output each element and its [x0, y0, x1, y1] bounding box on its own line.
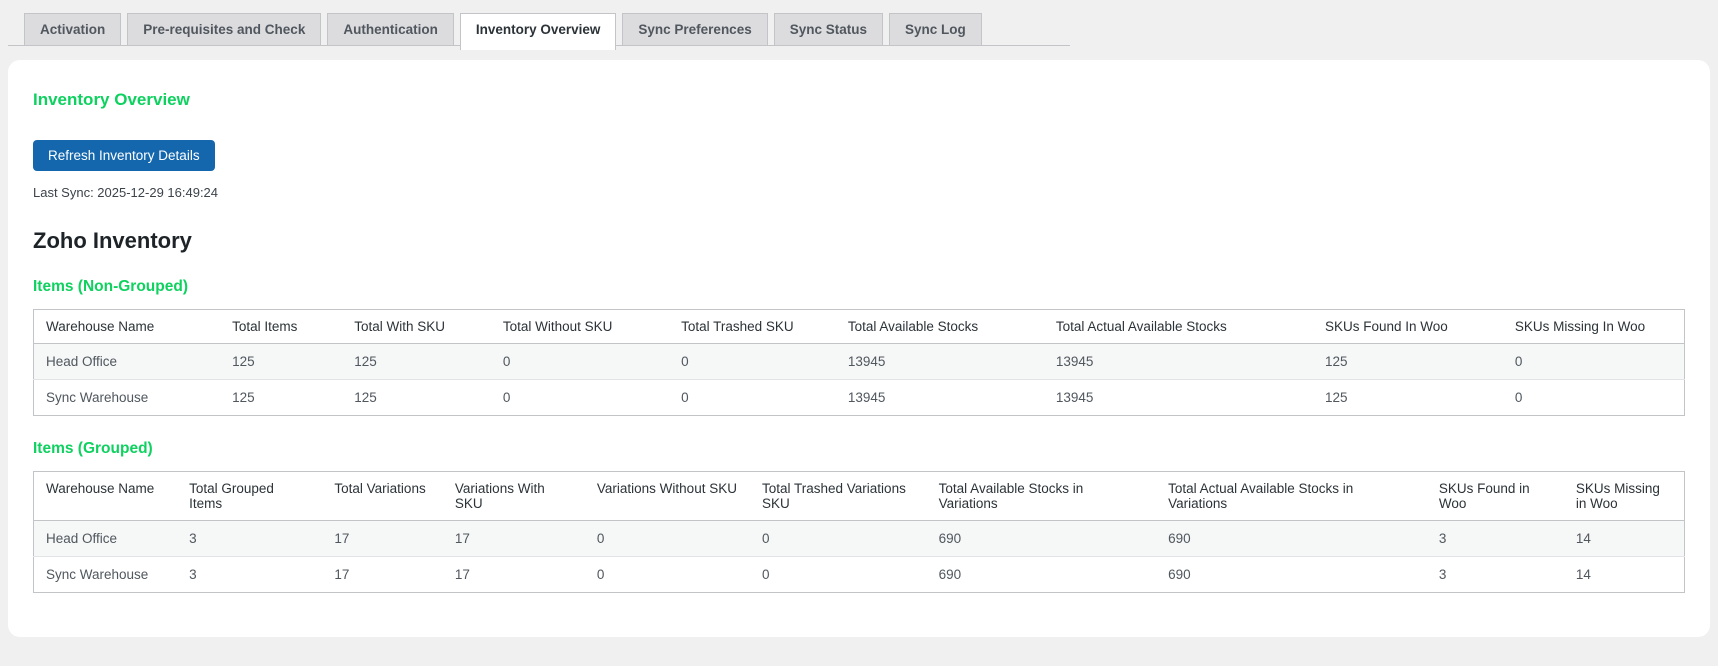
table-cell: 0: [584, 556, 750, 593]
table-row: Head Office 3 17 17 0 0 690 690 3 14: [33, 520, 1685, 557]
table-row: Sync Warehouse 125 125 0 0 13945 13945 125 0: [33, 379, 1685, 416]
table-cell: Sync Warehouse: [33, 379, 221, 416]
tab-sync-log[interactable]: Sync Log: [889, 13, 982, 45]
column-header: Warehouse Name: [33, 471, 178, 521]
table-cell: Head Office: [46, 354, 118, 369]
table-cell: 125: [354, 354, 377, 369]
table-cell: 17: [454, 531, 470, 546]
table-cell: 0: [762, 531, 770, 546]
tab-inventory-overview[interactable]: Inventory Overview: [459, 13, 617, 50]
column-header: Total Items: [220, 309, 343, 344]
tab-sync-preferences[interactable]: Sync Preferences: [622, 13, 768, 45]
table-cell: Head Office: [46, 531, 118, 546]
refresh-inventory-button[interactable]: Refresh Inventory Details: [33, 140, 215, 171]
column-header: Warehouse Name: [33, 309, 221, 344]
table-cell: 690: [938, 531, 962, 546]
table-cell: 125: [1312, 379, 1503, 416]
table-cell: 3: [1438, 531, 1447, 546]
column-header: Total Actual Available Stocks: [1043, 309, 1313, 344]
table-cell: 3: [189, 531, 197, 546]
table-cell: Sync Warehouse: [33, 556, 178, 593]
page-title: Inventory Overview: [33, 90, 190, 109]
column-header: SKUs Missing in Woo: [1563, 471, 1685, 521]
table-cell: 690: [1168, 531, 1191, 546]
table-header-row: Warehouse Name Total Items Total With SKU T…: [33, 309, 1685, 344]
column-header: Total Available Stocks in Variations: [926, 471, 1157, 521]
table-cell: 17: [442, 556, 585, 593]
table-cell: 0: [1514, 354, 1523, 369]
table-cell: 690: [1156, 556, 1427, 593]
column-header: Total With SKU: [342, 309, 491, 344]
tab-authentication[interactable]: Authentication: [327, 13, 454, 45]
table-cell: 13945: [835, 379, 1044, 416]
items-non-grouped-heading: Items (Non-Grouped): [33, 278, 188, 295]
table-cell: 125: [342, 379, 491, 416]
table-cell: 690: [926, 556, 1157, 593]
table-cell: 0: [596, 531, 605, 546]
column-header: SKUs Found in Woo: [1426, 471, 1564, 521]
table-cell: 14: [1575, 531, 1591, 546]
table-cell: 14: [1563, 556, 1685, 593]
inventory-overview-panel: Inventory Overview Refresh Inventory Det…: [8, 60, 1710, 637]
table-cell: 13945: [1055, 354, 1094, 369]
column-header: Total Grouped Items: [177, 471, 323, 521]
column-header: SKUs Found In Woo: [1312, 309, 1503, 344]
table-non-grouped: Warehouse Name Total Items Total With SKU T…: [33, 309, 1685, 416]
table-cell: 13945: [847, 354, 886, 369]
table-cell: 3: [177, 556, 323, 593]
column-header: Variations With SKU: [442, 471, 585, 521]
table-cell: 125: [220, 379, 343, 416]
table-cell: 13945: [1043, 379, 1313, 416]
column-header: Total Actual Available Stocks in Variati…: [1156, 471, 1427, 521]
column-header: Total Without SKU: [490, 309, 670, 344]
column-header: Total Available Stocks: [835, 309, 1044, 344]
tab-sync-status[interactable]: Sync Status: [773, 13, 883, 45]
table-row: Head Office 125 125 0 0 13945 13945 125 0: [33, 343, 1685, 380]
tab-pre-requisites-and-check[interactable]: Pre-requisites and Check: [127, 13, 322, 45]
table-cell: 0: [750, 556, 927, 593]
column-header: Total Trashed SKU: [669, 309, 836, 344]
column-header: Variations Without SKU: [584, 471, 750, 521]
table-cell: 125: [232, 354, 255, 369]
table-cell: 17: [334, 531, 350, 546]
column-header: Total Trashed Variations SKU: [750, 471, 927, 521]
column-header: SKUs Missing In Woo: [1502, 309, 1685, 344]
items-grouped-heading: Items (Grouped): [33, 440, 153, 457]
zoho-inventory-heading: Zoho Inventory: [33, 228, 192, 253]
last-sync-timestamp: Last Sync: 2025-12-29 16:49:24: [33, 185, 219, 200]
table-cell: 0: [1502, 379, 1685, 416]
table-cell: 0: [490, 379, 670, 416]
table-cell: 0: [669, 379, 836, 416]
tab-bar: Activation Pre-requisites and Check Authen…: [8, 13, 1070, 50]
table-cell: 17: [322, 556, 443, 593]
column-header: Total Variations: [322, 471, 443, 521]
table-cell: 3: [1426, 556, 1564, 593]
table-cell: 0: [681, 354, 689, 369]
tab-activation[interactable]: Activation: [24, 13, 122, 45]
table-cell: 0: [502, 354, 511, 369]
table-grouped: Warehouse Name Total Grouped Items Total V…: [33, 471, 1685, 593]
table-cell: 125: [1324, 354, 1348, 369]
table-header-row: Warehouse Name Total Grouped Items Total V…: [33, 471, 1685, 521]
table-row: Sync Warehouse 3 17 17 0 0 690 690 3 14: [33, 556, 1685, 593]
